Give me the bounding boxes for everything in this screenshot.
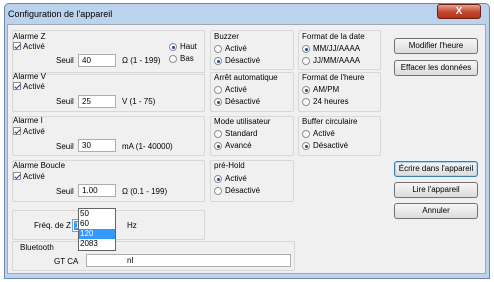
alarme-boucle-seuil-input[interactable]: 1.00: [78, 184, 116, 197]
arret-title: Arrêt automatique: [214, 73, 278, 82]
bluetooth-title: Bluetooth: [20, 243, 54, 252]
ecrire-appareil-button[interactable]: Écrire dans l'appareil: [394, 161, 478, 177]
alarme-z-title: Alarme Z: [13, 32, 46, 41]
lire-appareil-button[interactable]: Lire l'appareil: [394, 182, 478, 198]
mode-standard-label: Standard: [225, 129, 258, 138]
alarme-z-bas-radio[interactable]: [169, 55, 177, 63]
prehold-title: pré-Hold: [214, 161, 245, 170]
close-icon: X: [455, 6, 463, 17]
alarme-i-checkbox[interactable]: [13, 127, 21, 135]
freq-label: Fréq. de Z: [34, 221, 71, 230]
buffer-active-label: Activé: [313, 129, 335, 138]
window-title: Configuration de l'appareil: [8, 9, 113, 19]
prehold-desactive-radio[interactable]: [214, 187, 222, 195]
alarme-v-range: V (1 - 75): [122, 97, 156, 106]
mode-avance-radio[interactable]: [214, 142, 222, 150]
mode-standard-radio[interactable]: [214, 130, 222, 138]
alarme-v-title: Alarme V: [13, 72, 46, 81]
alarme-v-seuil-label: Seuil: [56, 97, 74, 106]
bluetooth-device-field-text: nl: [127, 256, 134, 265]
alarme-i-active-label: Activé: [23, 127, 45, 136]
alarme-boucle-active-label: Activé: [23, 172, 45, 181]
heure-ampm-radio[interactable]: [302, 86, 310, 94]
effacer-donnees-button[interactable]: Effacer les données: [394, 60, 478, 76]
heure-24h-radio[interactable]: [302, 98, 310, 106]
buffer-desactive-radio[interactable]: [302, 142, 310, 150]
alarme-v-active-label: Activé: [23, 82, 45, 91]
buffer-title: Buffer circulaire: [302, 117, 358, 126]
prehold-active-radio[interactable]: [214, 175, 222, 183]
prehold-active-label: Activé: [225, 174, 247, 183]
freq-unit: Hz: [127, 221, 137, 230]
date-jjmm-label: JJ/MM/AAAA: [313, 56, 361, 65]
annuler-button[interactable]: Annuler: [394, 203, 478, 219]
bluetooth-device-label: GT CA: [54, 257, 79, 266]
alarme-i-seuil-input[interactable]: 30: [78, 139, 116, 152]
date-mmjj-radio[interactable]: [302, 45, 310, 53]
arret-desactive-label: Désactivé: [225, 97, 261, 106]
alarme-boucle-seuil-label: Seuil: [56, 187, 74, 196]
alarme-z-seuil-input[interactable]: 40: [78, 54, 116, 67]
freq-option[interactable]: 60: [79, 219, 115, 229]
alarme-v-checkbox[interactable]: [13, 82, 21, 90]
alarme-v-seuil-input[interactable]: 25: [78, 95, 116, 108]
buffer-desactive-label: Désactivé: [313, 141, 349, 150]
heure-ampm-label: AM/PM: [313, 85, 340, 94]
buzzer-desactive-radio[interactable]: [214, 57, 222, 65]
buzzer-title: Buzzer: [214, 32, 239, 41]
heure-24h-label: 24 heures: [313, 97, 349, 106]
arret-active-label: Activé: [225, 85, 247, 94]
mode-title: Mode utilisateur: [214, 117, 271, 126]
freq-option-selected[interactable]: 120: [79, 229, 115, 239]
buzzer-active-label: Activé: [225, 44, 247, 53]
modifier-heure-button[interactable]: Modifier l'heure: [394, 38, 478, 54]
alarme-boucle-range: Ω (0.1 - 199): [122, 187, 168, 196]
alarme-i-range: mA (1- 40000): [122, 142, 173, 151]
alarme-z-haut-radio[interactable]: [169, 43, 177, 51]
prehold-desactive-label: Désactivé: [225, 186, 261, 195]
alarme-z-bas-label: Bas: [180, 54, 194, 63]
freq-option[interactable]: 2083: [79, 239, 115, 249]
buzzer-desactive-label: Désactivé: [225, 56, 261, 65]
close-button[interactable]: X: [437, 4, 481, 19]
date-title: Format de la date: [302, 32, 365, 41]
mode-avance-label: Avancé: [225, 141, 252, 150]
arret-desactive-radio[interactable]: [214, 98, 222, 106]
freq-option[interactable]: 50: [79, 209, 115, 219]
alarme-boucle-title: Alarme Boucle: [13, 161, 66, 170]
alarme-z-range: Ω (1 - 199): [122, 56, 161, 65]
freq-dropdown-list: 50 60 120 2083: [78, 208, 116, 251]
alarme-boucle-checkbox[interactable]: [13, 172, 21, 180]
alarme-z-haut-label: Haut: [180, 42, 197, 51]
bluetooth-device-field[interactable]: nl: [86, 254, 291, 267]
date-jjmm-radio[interactable]: [302, 57, 310, 65]
arret-active-radio[interactable]: [214, 86, 222, 94]
buzzer-active-radio[interactable]: [214, 45, 222, 53]
date-mmjj-label: MM/JJ/AAAA: [313, 44, 361, 53]
alarme-z-active-label: Activé: [23, 42, 45, 51]
alarme-i-title: Alarme I: [13, 116, 43, 125]
alarme-z-seuil-label: Seuil: [56, 56, 74, 65]
alarme-i-seuil-label: Seuil: [56, 142, 74, 151]
alarme-z-checkbox[interactable]: [13, 42, 21, 50]
buffer-active-radio[interactable]: [302, 130, 310, 138]
heure-title: Format de l'heure: [302, 73, 365, 82]
